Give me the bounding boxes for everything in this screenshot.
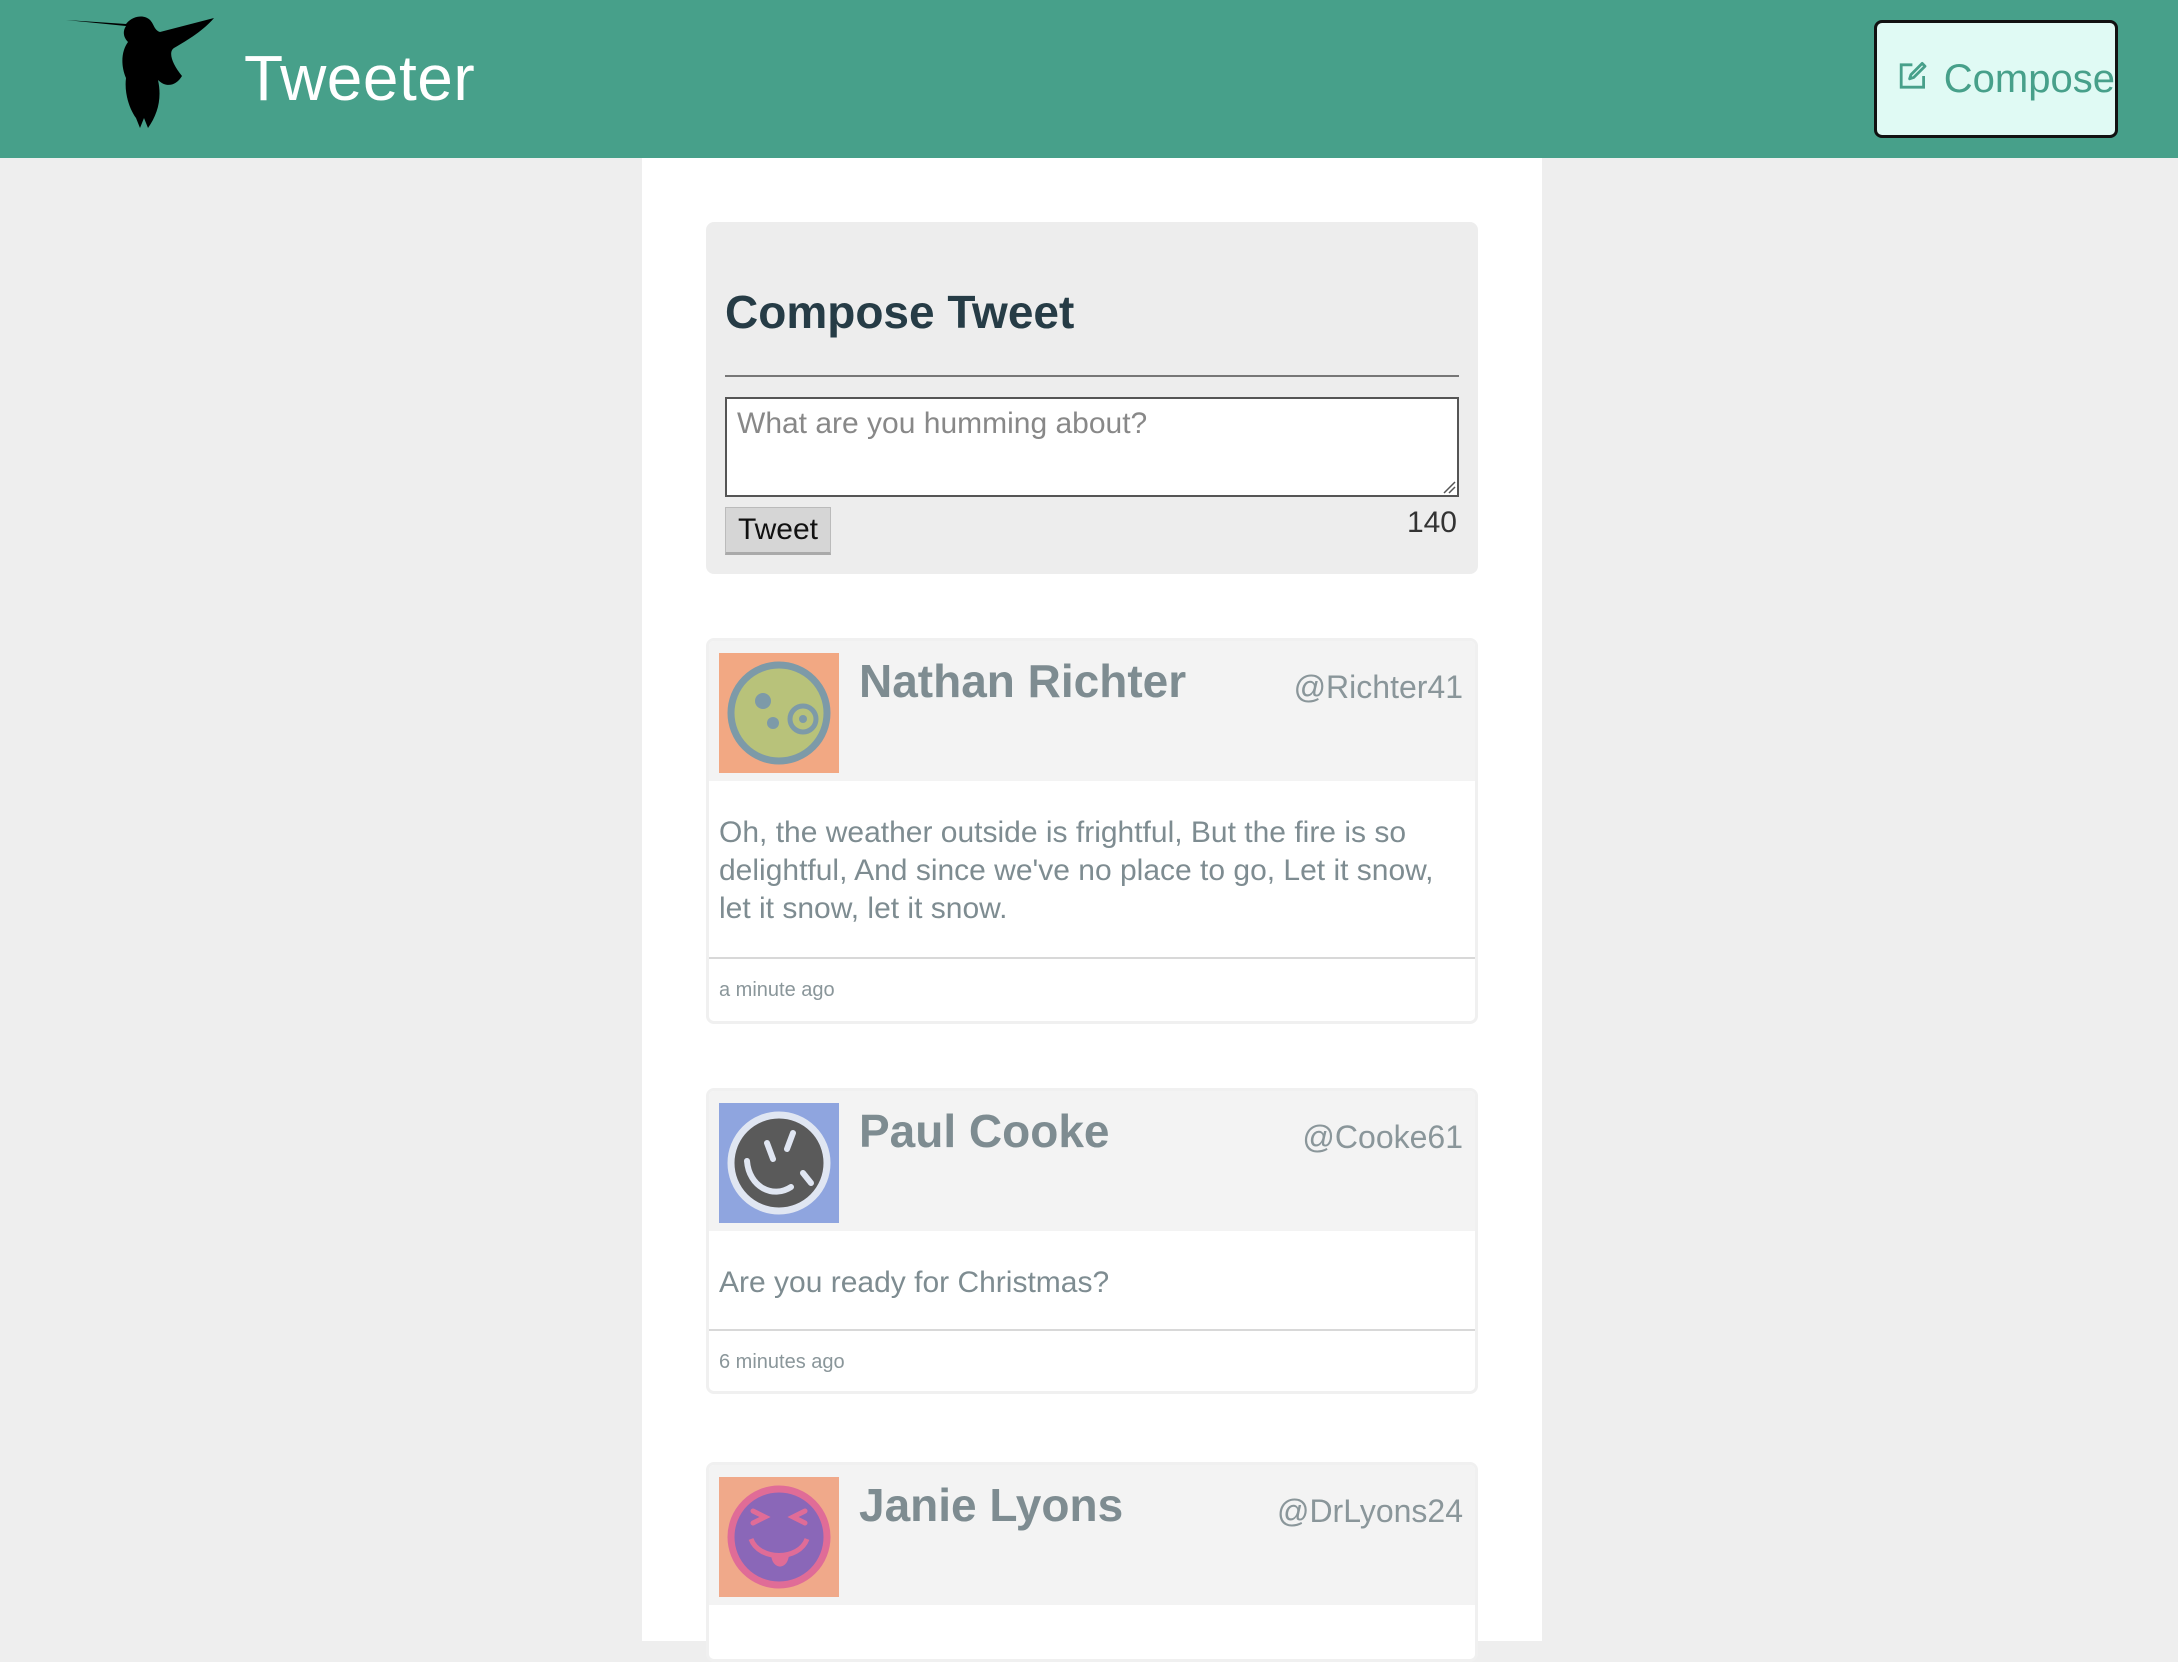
divider (725, 375, 1459, 377)
compose-title: Compose Tweet (725, 286, 1075, 338)
hummingbird-logo-icon (66, 16, 214, 128)
tweet-author-name: Nathan Richter (859, 655, 1187, 707)
tweet-card: Paul Cooke @Cooke61 Are you ready for Ch… (706, 1088, 1478, 1394)
top-navbar: Tweeter Compose (0, 0, 2178, 158)
tweet-author-handle: @Richter41 (1293, 669, 1463, 705)
resize-handle-icon[interactable] (1442, 480, 1456, 494)
main-column: Compose Tweet Tweet 140 Nathan Richter @… (642, 158, 1542, 1662)
avatar (719, 653, 839, 773)
tweet-header: Nathan Richter @Richter41 (709, 641, 1475, 781)
tweet-timestamp: a minute ago (719, 979, 835, 1001)
character-counter: 140 (1406, 506, 1457, 539)
avatar (719, 1103, 839, 1223)
tweet-text: Are you ready for Christmas? (719, 1266, 1110, 1299)
compose-button[interactable]: Compose (1874, 20, 2118, 138)
tweet-author-name: Janie Lyons (859, 1479, 1124, 1531)
edit-icon (1899, 62, 1927, 89)
tweet-header: Paul Cooke @Cooke61 (709, 1091, 1475, 1231)
tweet-card: Janie Lyons @DrLyons24 (706, 1462, 1478, 1662)
tweet-textarea[interactable] (725, 397, 1459, 497)
compose-tweet-panel: Compose Tweet Tweet 140 (706, 222, 1478, 574)
tweet-submit-button[interactable]: Tweet (725, 507, 831, 555)
tweet-header: Janie Lyons @DrLyons24 (709, 1465, 1475, 1605)
compose-button-label: Compose (1943, 56, 2115, 101)
tweet-author-handle: @Cooke61 (1302, 1119, 1463, 1155)
tweet-text: Oh, the weather outside is frightful, Bu… (719, 816, 1434, 925)
tweet-card: Nathan Richter @Richter41 Oh, the weathe… (706, 638, 1478, 1024)
avatar (719, 1477, 839, 1597)
divider (709, 957, 1475, 959)
tweet-author-name: Paul Cooke (859, 1105, 1110, 1157)
divider (709, 1329, 1475, 1331)
tweet-author-handle: @DrLyons24 (1276, 1493, 1463, 1529)
tweet-timestamp: 6 minutes ago (719, 1351, 845, 1373)
app-title: Tweeter (244, 42, 476, 114)
